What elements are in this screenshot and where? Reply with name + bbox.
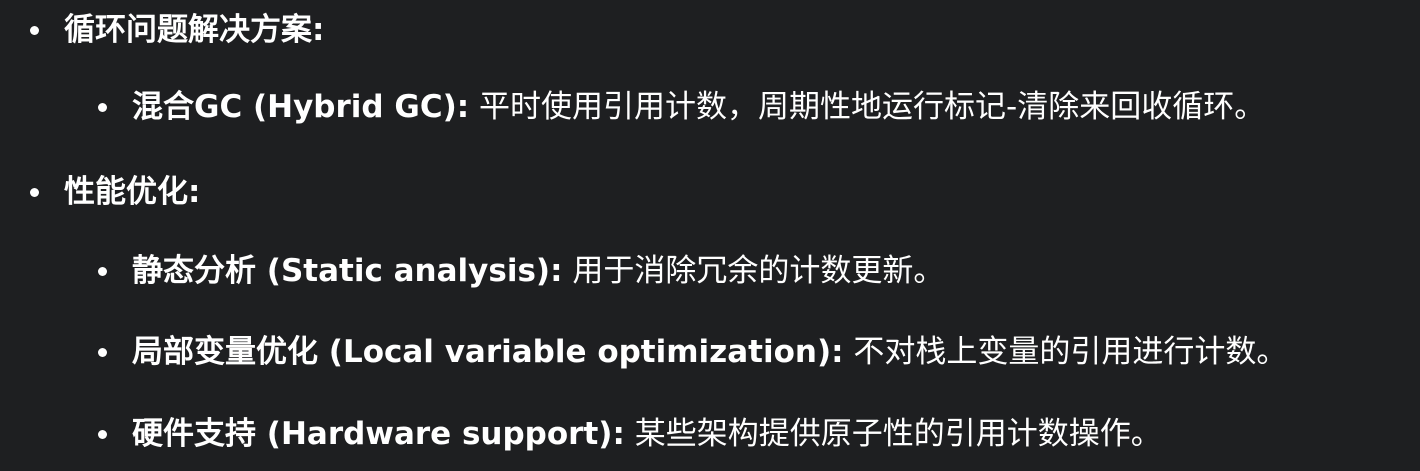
item-text: 用于消除冗余的计数更新。: [562, 253, 945, 289]
item-label: 局部变量优化 (Local variable optimization):: [132, 334, 844, 370]
list-item-hybrid-gc: 混合GC (Hybrid GC): 平时使用引用计数，周期性地运行标记-清除来回…: [98, 87, 1266, 127]
list-item-performance: 性能优化:: [30, 172, 201, 212]
list-item-hardware-support: 硬件支持 (Hardware support): 某些架构提供原子性的引用计数操…: [98, 414, 1162, 454]
list-item-local-variable: 局部变量优化 (Local variable optimization): 不对…: [98, 332, 1288, 372]
bullet-icon: [98, 348, 107, 357]
item-label: 性能优化:: [64, 174, 201, 210]
item-text: 平时使用引用计数，周期性地运行标记-清除来回收循环。: [469, 89, 1266, 125]
item-label: 静态分析 (Static analysis):: [132, 253, 563, 289]
item-text: 不对栈上变量的引用进行计数。: [843, 334, 1288, 370]
item-text: 某些架构提供原子性的引用计数操作。: [624, 416, 1162, 452]
bullet-icon: [98, 430, 107, 439]
list-item-cycle-solutions: 循环问题解决方案:: [30, 10, 325, 50]
item-label: 硬件支持 (Hardware support):: [132, 416, 625, 452]
item-label: 混合GC (Hybrid GC):: [132, 89, 470, 125]
bullet-icon: [98, 267, 107, 276]
bullet-icon: [30, 26, 39, 35]
list-item-static-analysis: 静态分析 (Static analysis): 用于消除冗余的计数更新。: [98, 251, 945, 291]
bullet-icon: [30, 188, 39, 197]
bullet-icon: [98, 103, 107, 112]
item-label: 循环问题解决方案:: [64, 12, 325, 48]
